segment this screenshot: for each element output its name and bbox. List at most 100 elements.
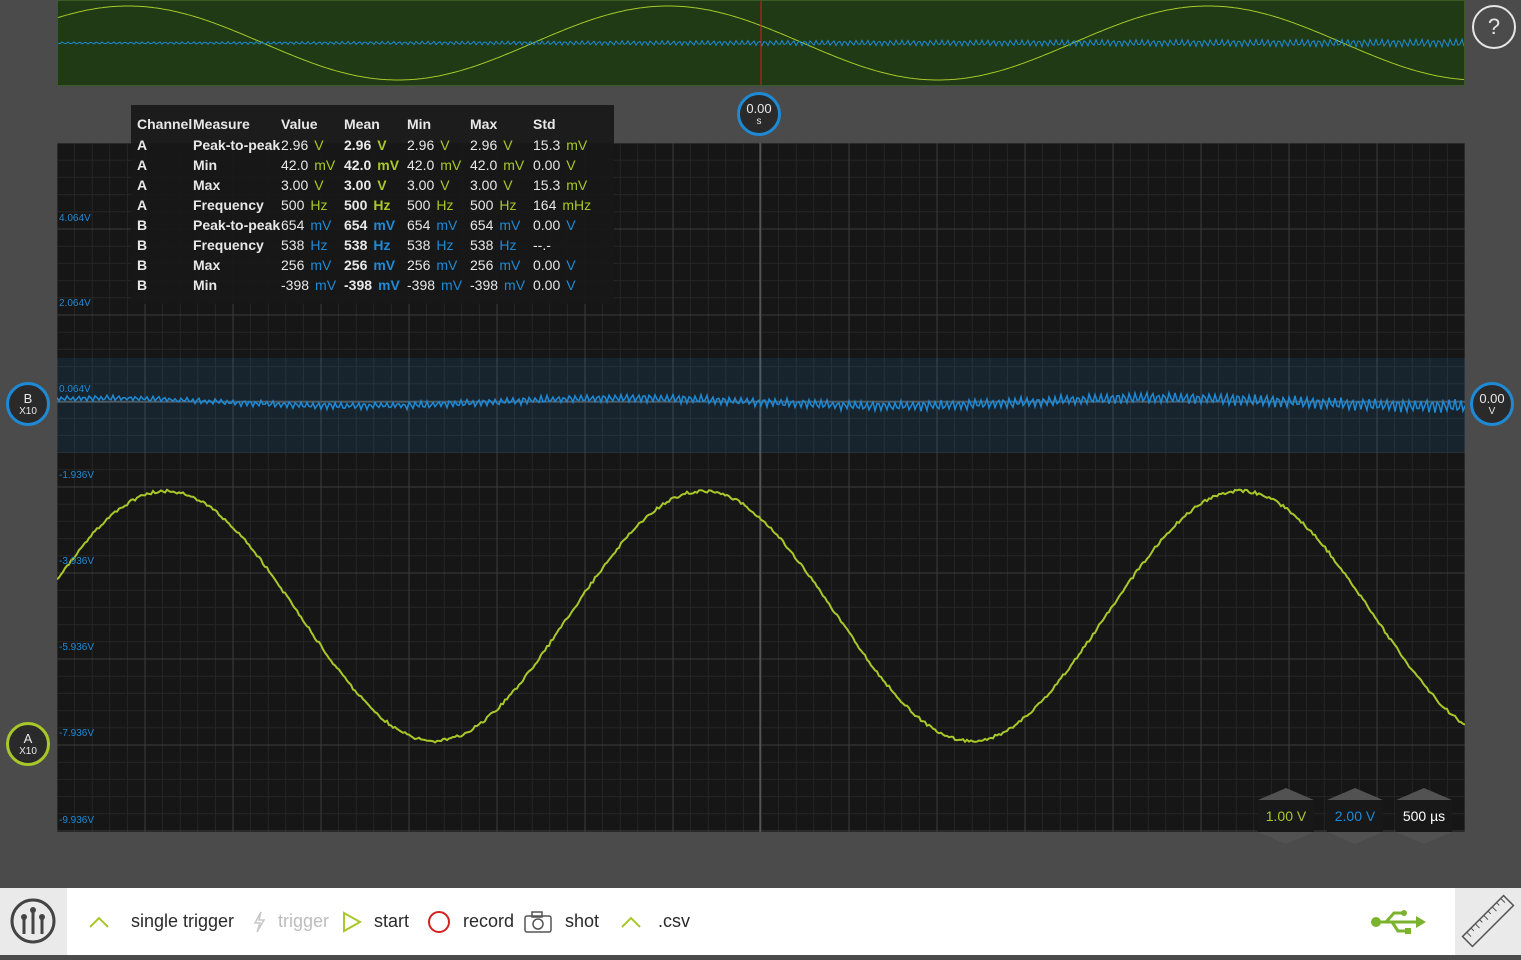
measurement-max-value: 3.00: [470, 177, 497, 193]
measurement-row: B Min -398 mV -398 mV -398 mV -398 mV 0.00 V: [137, 275, 603, 295]
measurement-channel-cell: A: [137, 175, 193, 195]
measurement-std-value: 0.00: [533, 217, 560, 233]
measurement-max-unit: mV: [499, 257, 520, 273]
record-label: record: [463, 911, 514, 932]
chevron-up-icon: [620, 915, 642, 929]
measurement-table: Channel Measure Value Mean Min Max Std A…: [137, 113, 603, 295]
measurement-min-value: -398: [407, 277, 435, 293]
y-axis-label: 4.064V: [59, 213, 91, 224]
measurement-mean-cell: 42.0 mV: [344, 155, 407, 175]
measurement-mean-cell: 256 mV: [344, 255, 407, 275]
lightning-icon: [252, 911, 266, 933]
trigger-label: trigger: [278, 911, 329, 932]
measurement-std-cell: 0.00 V: [533, 255, 603, 275]
measurement-min-cell: 654 mV: [407, 215, 470, 235]
header-max: Max: [470, 113, 533, 135]
measurement-value-value: 256: [281, 257, 304, 273]
measurement-std-value: 0.00: [533, 277, 560, 293]
screenshot-button[interactable]: shot: [523, 888, 599, 955]
measurement-mean-value: 2.96: [344, 137, 371, 153]
measurement-mean-unit: mV: [373, 217, 395, 233]
record-button[interactable]: record: [427, 888, 514, 955]
measurement-mean-cell: 654 mV: [344, 215, 407, 235]
measurement-value-value: 538: [281, 237, 304, 253]
ruler-icon: [1455, 888, 1521, 955]
measurement-value-cell: 256 mV: [281, 255, 344, 275]
measurement-std-value: 0.00: [533, 157, 560, 173]
measurement-value-unit: V: [314, 137, 323, 153]
channel-b-marker[interactable]: B X10: [6, 382, 50, 426]
usb-status[interactable]: [1368, 888, 1428, 955]
measurement-min-unit: mV: [440, 157, 461, 173]
header-channel: Channel: [137, 113, 193, 135]
measurement-max-cell: 42.0 mV: [470, 155, 533, 175]
measurement-std-value: --.-: [533, 237, 551, 253]
measurement-std-cell: 15.3 mV: [533, 175, 603, 195]
waveform-overview[interactable]: [57, 0, 1465, 86]
measurement-max-unit: mV: [503, 157, 524, 173]
measurement-min-value: 42.0: [407, 157, 434, 173]
play-icon: [342, 911, 362, 933]
measurement-mean-value: 256: [344, 257, 367, 273]
y-axis-label: 2.064V: [59, 298, 91, 309]
channel-a-scale-down[interactable]: [1258, 832, 1314, 844]
measurement-header-row: Channel Measure Value Mean Min Max Std: [137, 113, 603, 135]
single-trigger-button[interactable]: single trigger: [88, 888, 234, 955]
measurement-max-cell: 654 mV: [470, 215, 533, 235]
channel-a-marker[interactable]: A X10: [6, 722, 50, 766]
measurement-measure-cell: Peak-to-peak: [193, 215, 281, 235]
measurement-measure-cell: Min: [193, 155, 281, 175]
measurement-min-unit: mV: [436, 257, 457, 273]
trigger-button[interactable]: trigger: [252, 888, 329, 955]
measurement-std-value: 15.3: [533, 137, 560, 153]
measurement-mean-cell: -398 mV: [344, 275, 407, 295]
ruler-button[interactable]: [1455, 888, 1521, 955]
measurement-value-value: 2.96: [281, 137, 308, 153]
measurement-mean-cell: 3.00 V: [344, 175, 407, 195]
single-trigger-label: single trigger: [131, 911, 234, 932]
measurement-value-unit: Hz: [310, 237, 327, 253]
measurement-measure-cell: Peak-to-peak: [193, 135, 281, 155]
measurement-max-cell: 500 Hz: [470, 195, 533, 215]
measurement-value-cell: 654 mV: [281, 215, 344, 235]
logo[interactable]: [0, 888, 67, 955]
measurement-mean-unit: mV: [378, 277, 400, 293]
help-button[interactable]: ?: [1472, 5, 1516, 49]
measurement-row: A Peak-to-peak 2.96 V 2.96 V 2.96 V 2.96 V 15.3 mV: [137, 135, 603, 155]
measurement-min-value: 256: [407, 257, 430, 273]
time-scale-up[interactable]: [1396, 788, 1452, 800]
measurement-value-cell: 3.00 V: [281, 175, 344, 195]
voltage-offset-marker[interactable]: 0.00 V: [1470, 382, 1514, 426]
measurement-row: A Max 3.00 V 3.00 V 3.00 V 3.00 V 15.3 mV: [137, 175, 603, 195]
measurement-value-cell: -398 mV: [281, 275, 344, 295]
time-scale[interactable]: 500 µs: [1396, 800, 1452, 832]
measurement-value-value: -398: [281, 277, 309, 293]
measurement-mean-unit: mV: [377, 157, 399, 173]
channel-b-scale[interactable]: 2.00 V: [1327, 800, 1383, 832]
measurement-row: A Min 42.0 mV 42.0 mV 42.0 mV 42.0 mV 0.00 V: [137, 155, 603, 175]
channel-a-scale[interactable]: 1.00 V: [1258, 800, 1314, 832]
channel-b-scale-down[interactable]: [1327, 832, 1383, 844]
measurement-max-unit: Hz: [499, 237, 516, 253]
y-axis-label: 0.064V: [59, 384, 91, 395]
record-icon: [427, 910, 451, 934]
channel-a-scale-up[interactable]: [1258, 788, 1314, 800]
measurement-mean-unit: V: [377, 137, 386, 153]
header-min: Min: [407, 113, 470, 135]
csv-export-button[interactable]: .csv: [620, 888, 690, 955]
measurement-value-cell: 538 Hz: [281, 235, 344, 255]
time-scale-down[interactable]: [1396, 832, 1452, 844]
measurement-row: B Max 256 mV 256 mV 256 mV 256 mV 0.00 V: [137, 255, 603, 275]
channel-b-scale-up[interactable]: [1327, 788, 1383, 800]
voltage-offset-unit: V: [1473, 406, 1511, 417]
start-button[interactable]: start: [342, 888, 409, 955]
measurement-row: B Peak-to-peak 654 mV 654 mV 654 mV 654 mV 0.00 V: [137, 215, 603, 235]
measurement-mean-cell: 2.96 V: [344, 135, 407, 155]
usb-icon: [1368, 907, 1428, 937]
bottom-toolbar: single trigger trigger start record shot…: [0, 888, 1521, 955]
shot-label: shot: [565, 911, 599, 932]
measurement-value-unit: V: [314, 177, 323, 193]
measurement-max-unit: V: [503, 177, 512, 193]
time-offset-marker[interactable]: 0.00 s: [737, 92, 781, 136]
measurement-measure-cell: Max: [193, 175, 281, 195]
